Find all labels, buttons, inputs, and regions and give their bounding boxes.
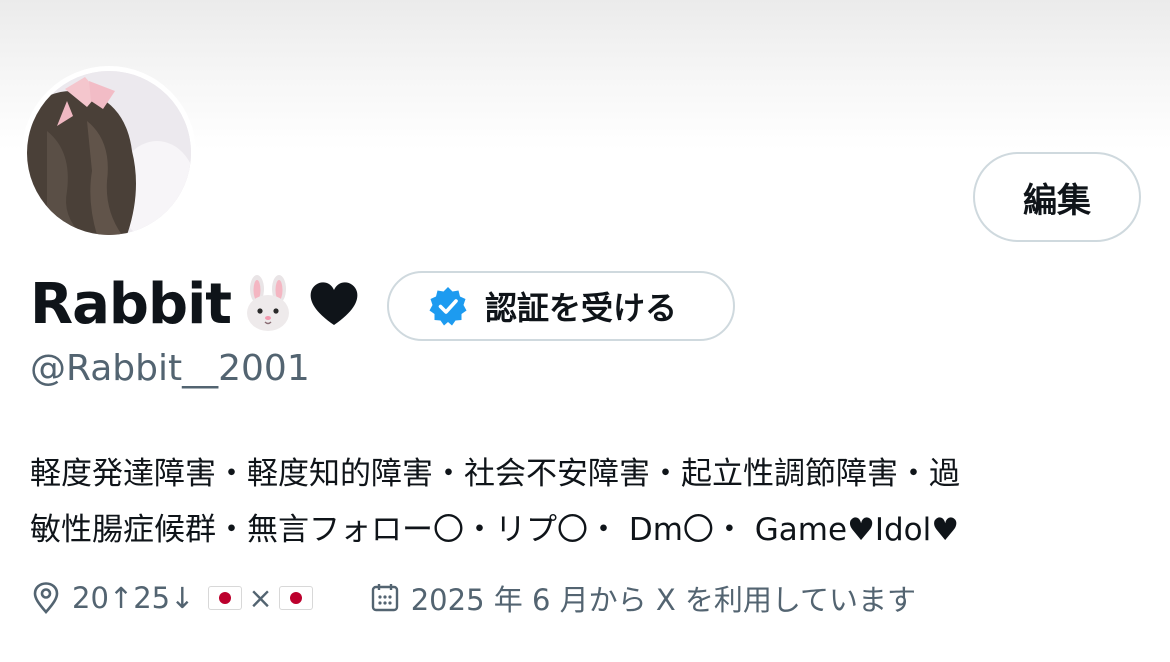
bio-line: 軽度発達障害・軽度知的障害・社会不安障害・起立性調節障害・過: [30, 456, 960, 492]
edit-profile-label: 編集: [1023, 180, 1091, 221]
japan-flag-icon: [278, 586, 313, 610]
get-verified-label: 認証を受ける: [485, 289, 678, 327]
profile-meta-row: 20↑25↓ × 2025 年 6 月から X を利用しています: [30, 576, 916, 620]
user-handle: @Rabbit__2001: [30, 348, 310, 389]
japan-flag-icon: [208, 586, 243, 610]
joined-date-text: 2025 年 6 月から X を利用しています: [410, 583, 917, 617]
rabbit-face-icon: [239, 275, 297, 333]
black-heart-icon: [307, 279, 361, 329]
avatar-image: [27, 71, 191, 235]
location-text: 20↑25↓: [72, 581, 195, 615]
profile-bio: 軽度発達障害・軽度知的障害・社会不安障害・起立性調節障害・過 敏性腸症候群・無言…: [30, 446, 1140, 558]
location-item: 20↑25↓ ×: [30, 581, 319, 615]
get-verified-button[interactable]: 認証を受ける: [387, 271, 735, 341]
location-separator: ×: [248, 581, 273, 615]
verified-badge-icon: [429, 287, 467, 326]
edit-profile-button[interactable]: 編集: [973, 152, 1141, 242]
avatar[interactable]: [27, 71, 191, 235]
location-pin-icon: [33, 582, 59, 614]
bio-line: 敏性腸症候群・無言フォロー〇・リプ〇・ Dm〇・ Game♥Idol♥: [30, 512, 960, 548]
display-name: Rabbit: [30, 271, 232, 337]
calendar-icon: [371, 584, 398, 612]
profile-name-row: Rabbit: [30, 268, 361, 340]
joined-date-item: 2025 年 6 月から X を利用しています: [369, 577, 916, 619]
